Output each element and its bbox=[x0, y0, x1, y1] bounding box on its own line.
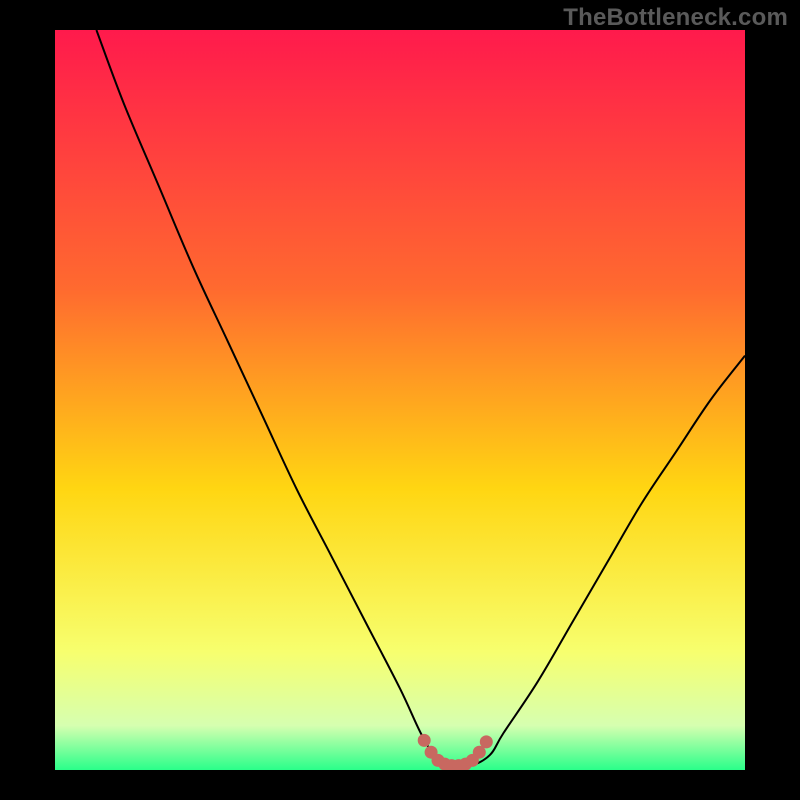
optimum-dot bbox=[418, 734, 431, 747]
chart-svg bbox=[55, 30, 745, 770]
plot-area bbox=[55, 30, 745, 770]
gradient-background bbox=[55, 30, 745, 770]
watermark-text: TheBottleneck.com bbox=[563, 4, 788, 32]
chart-frame: TheBottleneck.com bbox=[0, 0, 800, 800]
optimum-dot bbox=[480, 735, 493, 748]
